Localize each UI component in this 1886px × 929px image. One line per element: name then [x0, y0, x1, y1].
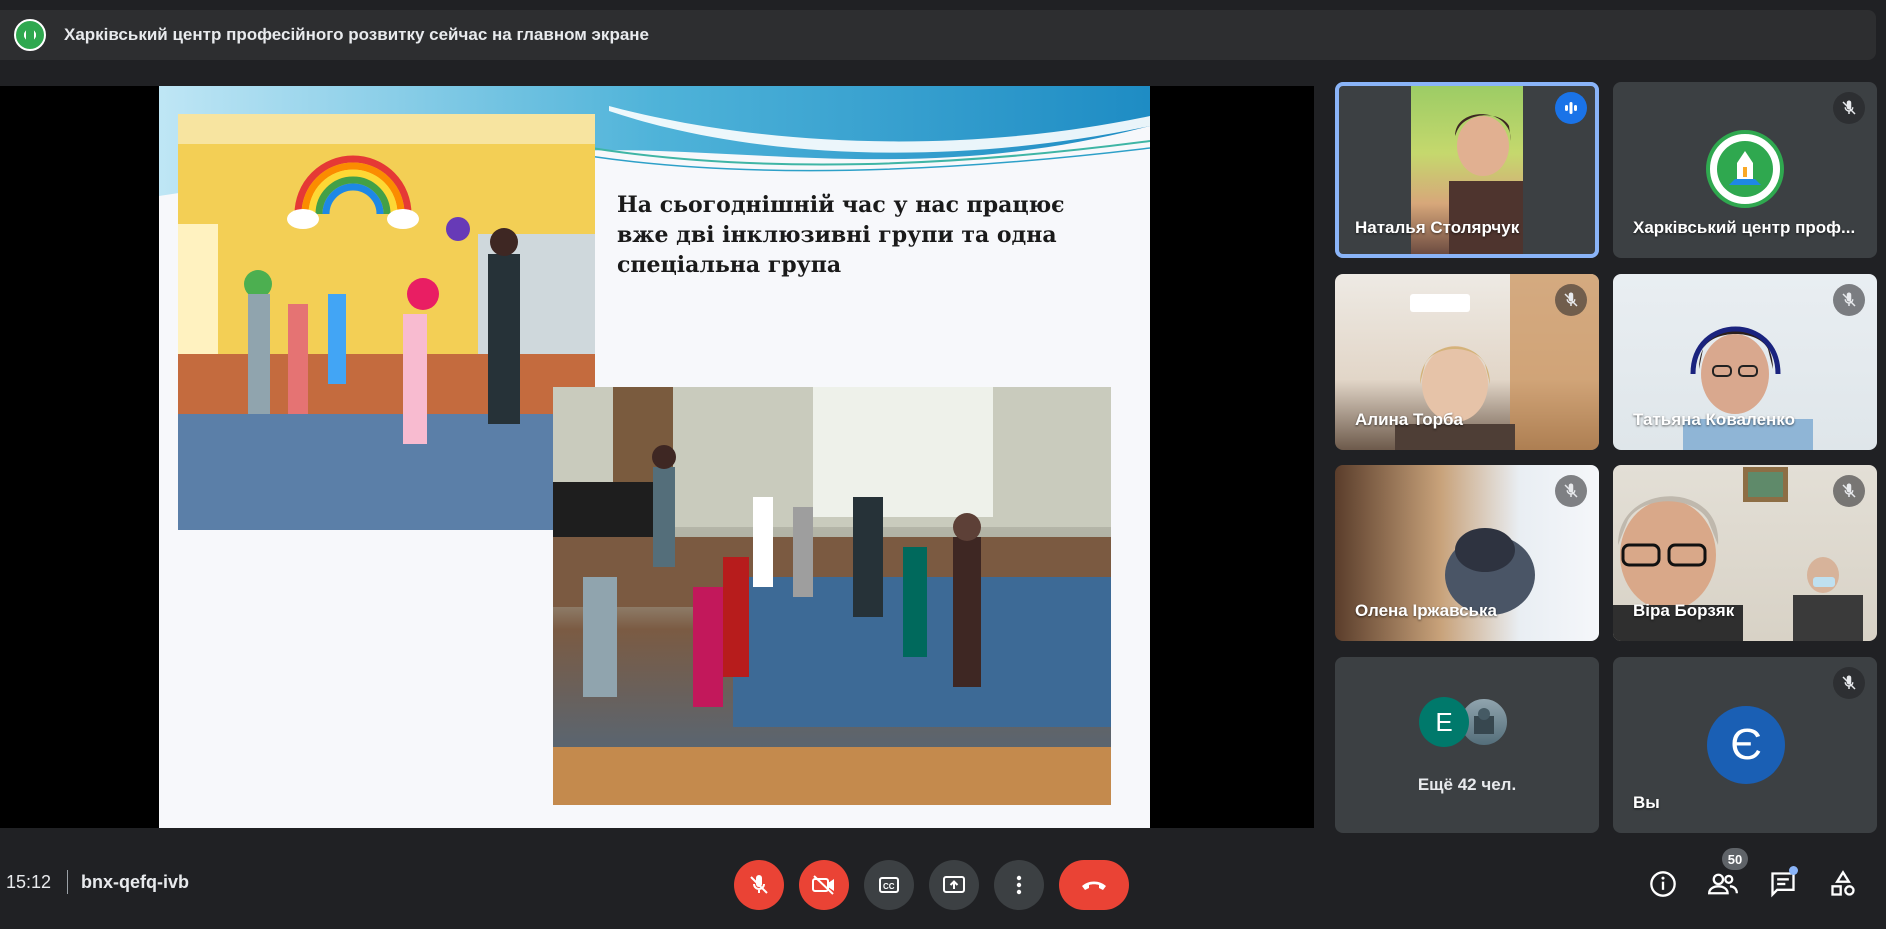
present-icon	[943, 876, 965, 893]
speaking-indicator-icon	[1555, 92, 1587, 124]
participant-tile[interactable]: Харківський центр проф...	[1613, 82, 1877, 258]
participant-tile[interactable]: Татьяна Коваленко	[1613, 274, 1877, 450]
camera-off-icon	[812, 875, 834, 895]
more-participants-tile[interactable]: E Ещё 42 чел.	[1335, 657, 1599, 833]
camera-toggle-button[interactable]	[799, 860, 849, 910]
college-logo-icon	[14, 19, 46, 51]
mic-off-icon	[1833, 92, 1865, 124]
mic-toggle-button[interactable]	[734, 860, 784, 910]
presenting-banner: Харківський центр професійного розвитку …	[0, 10, 1876, 60]
mic-off-icon	[1833, 284, 1865, 316]
people-button[interactable]	[1705, 866, 1741, 902]
avatar-letter: Є	[1730, 720, 1762, 769]
end-call-icon	[1082, 881, 1106, 890]
mic-off-icon	[750, 875, 768, 894]
captions-button[interactable]: CC	[864, 860, 914, 910]
presentation-slide: На сьогоднішній час у нас працює вже дві…	[159, 86, 1150, 828]
participant-name: Олена Іржавська	[1355, 601, 1497, 620]
self-avatar: Є	[1707, 706, 1785, 784]
avatar-letter: E	[1435, 706, 1453, 737]
people-icon	[1708, 873, 1738, 895]
present-button[interactable]	[929, 860, 979, 910]
activities-button[interactable]	[1825, 866, 1861, 902]
college-logo-avatar	[1706, 130, 1784, 208]
participant-tile[interactable]: Олена Іржавська	[1335, 465, 1599, 641]
more-options-button[interactable]	[994, 860, 1044, 910]
meeting-time: 15:12	[6, 872, 52, 892]
meeting-code: bnx-qefq-ivb	[81, 872, 189, 892]
participant-name: Віра Борзяк	[1633, 601, 1735, 620]
presentation-stage[interactable]: На сьогоднішній час у нас працює вже дві…	[0, 86, 1314, 828]
control-bar: 15:12 bnx-qefq-ivb CC 50	[0, 842, 1886, 922]
info-icon	[1650, 871, 1676, 897]
notification-dot	[1789, 866, 1798, 875]
participants-count-badge: 50	[1722, 848, 1748, 870]
slide-heading: На сьогоднішній час у нас працює вже дві…	[617, 192, 1065, 278]
classroom-photo-1	[178, 114, 595, 530]
banner-text: Харківський центр професійного розвитку …	[64, 25, 650, 44]
participant-tile[interactable]: Алина Торба	[1335, 274, 1599, 450]
self-label: Вы	[1633, 793, 1660, 812]
mic-off-icon	[1833, 667, 1865, 699]
divider	[67, 870, 68, 894]
participant-tile[interactable]: Наталья Столярчук	[1335, 82, 1599, 258]
captions-icon: CC	[879, 877, 899, 893]
meeting-details-button[interactable]	[1645, 866, 1681, 902]
meet-window: Харківський центр професійного розвитку …	[0, 0, 1886, 929]
activities-icon	[1831, 870, 1855, 896]
classroom-photo-2	[553, 387, 1111, 805]
participant-name: Наталья Столярчук	[1355, 218, 1520, 237]
participant-name: Татьяна Коваленко	[1633, 410, 1795, 429]
avatar: E	[1419, 697, 1469, 747]
more-icon	[1016, 875, 1022, 895]
mic-off-icon	[1833, 475, 1865, 507]
leave-call-button[interactable]	[1059, 860, 1129, 910]
participant-tile[interactable]: Віра Борзяк	[1613, 465, 1877, 641]
more-participants-label: Ещё 42 чел.	[1417, 775, 1517, 794]
participant-name: Алина Торба	[1355, 410, 1464, 429]
participant-name: Харківський центр проф...	[1633, 218, 1856, 237]
svg-text:CC: CC	[883, 882, 895, 891]
mic-off-icon	[1555, 284, 1587, 316]
self-tile[interactable]: Є Вы	[1613, 657, 1877, 833]
mic-off-icon	[1555, 475, 1587, 507]
